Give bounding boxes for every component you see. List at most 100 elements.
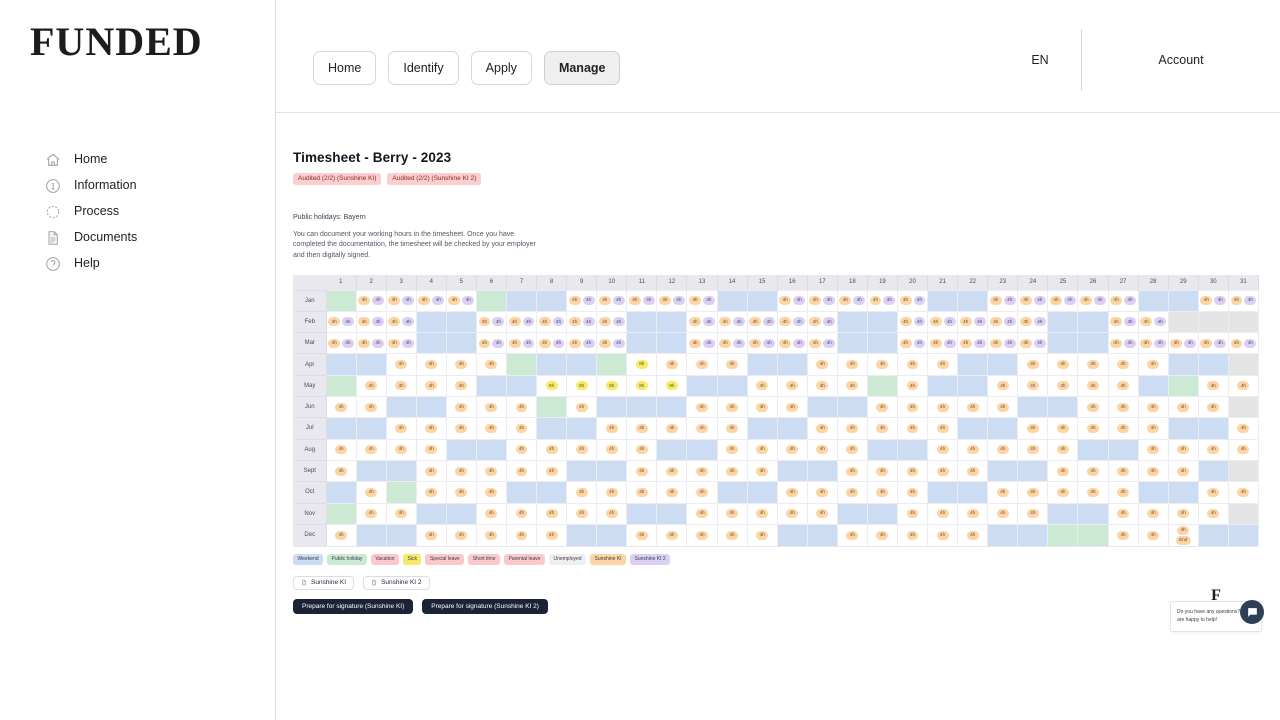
- timesheet-cell[interactable]: 4h: [446, 374, 477, 397]
- timesheet-cell[interactable]: 4h: [596, 417, 628, 440]
- timesheet-cell[interactable]: 4h: [1198, 396, 1229, 418]
- timesheet-cell[interactable]: 4h 4h: [566, 310, 598, 333]
- timesheet-cell[interactable]: [326, 353, 357, 376]
- timesheet-cell[interactable]: [1138, 374, 1169, 397]
- timesheet-cell[interactable]: 4h: [837, 481, 868, 503]
- timesheet-cell[interactable]: 4h 4h: [1198, 332, 1229, 354]
- timesheet-cell[interactable]: 4h: [1108, 374, 1139, 397]
- timesheet-cell[interactable]: 4h: [807, 481, 838, 503]
- timesheet-cell[interactable]: 4h 4h: [446, 289, 477, 312]
- timesheet-cell[interactable]: [476, 289, 507, 312]
- timesheet-cell[interactable]: [326, 502, 357, 525]
- timesheet-cell[interactable]: 4h: [777, 374, 808, 397]
- timesheet-cell[interactable]: 4h: [987, 396, 1019, 418]
- timesheet-cell[interactable]: 4h: [476, 523, 507, 546]
- timesheet-cell[interactable]: 4h 4h: [566, 332, 598, 354]
- timesheet-cell[interactable]: 4h 4h: [747, 310, 778, 333]
- timesheet-cell[interactable]: 4h: [897, 374, 929, 397]
- timesheet-cell[interactable]: 4h: [717, 396, 748, 418]
- timesheet-cell[interactable]: 4h: [476, 502, 507, 525]
- timesheet-cell[interactable]: 4h 4h: [1138, 332, 1169, 354]
- timesheet-cell[interactable]: 4h: [1047, 417, 1079, 440]
- timesheet-cell[interactable]: 4h: [356, 502, 387, 525]
- timesheet-cell[interactable]: [867, 332, 898, 354]
- timesheet-cell[interactable]: [777, 459, 808, 482]
- timesheet-cell[interactable]: 4h 4h: [987, 332, 1019, 354]
- timesheet-cell[interactable]: 4h: [747, 396, 778, 418]
- timesheet-cell[interactable]: [927, 481, 959, 503]
- timesheet-cell[interactable]: 4h: [1108, 523, 1139, 546]
- timesheet-cell[interactable]: 4h: [1198, 481, 1229, 503]
- timesheet-cell[interactable]: 4h: [1198, 374, 1229, 397]
- timesheet-cell[interactable]: 4h: [1077, 459, 1109, 482]
- timesheet-cell[interactable]: [536, 289, 568, 312]
- timesheet-cell[interactable]: [837, 396, 868, 418]
- timesheet-cell[interactable]: 4h 4h: [656, 289, 688, 312]
- timesheet-cell[interactable]: [356, 459, 387, 482]
- timesheet-cell[interactable]: [626, 310, 658, 333]
- timesheet-cell[interactable]: 4h 4h: [1108, 310, 1139, 333]
- timesheet-cell[interactable]: 4h: [1168, 396, 1199, 418]
- timesheet-cell[interactable]: [386, 523, 417, 546]
- timesheet-cell[interactable]: [1077, 438, 1109, 461]
- timesheet-cell[interactable]: 4h 4h: [957, 332, 989, 354]
- timesheet-cell[interactable]: 4h: [446, 481, 477, 503]
- timesheet-cell[interactable]: 4h 4h: [867, 289, 898, 312]
- timesheet-cell[interactable]: [927, 289, 959, 312]
- timesheet-cell[interactable]: [596, 353, 628, 376]
- timesheet-cell[interactable]: 4h 4h: [596, 289, 628, 312]
- timesheet-cell[interactable]: [747, 289, 778, 312]
- timesheet-cell[interactable]: [446, 310, 477, 333]
- timesheet-cell[interactable]: 8h: [626, 374, 658, 397]
- timesheet-cell[interactable]: 4h 4h: [1108, 332, 1139, 354]
- timesheet-cell[interactable]: [356, 523, 387, 546]
- timesheet-cell[interactable]: [656, 438, 688, 461]
- timesheet-cell[interactable]: [566, 523, 598, 546]
- timesheet-cell[interactable]: 4h: [476, 417, 507, 440]
- timesheet-cell[interactable]: 4h: [416, 417, 447, 440]
- timesheet-cell[interactable]: 4h 4h: [927, 332, 959, 354]
- timesheet-cell[interactable]: 4h: [717, 438, 748, 461]
- timesheet-cell[interactable]: [416, 396, 447, 418]
- timesheet-cell[interactable]: 4h 4h: [777, 310, 808, 333]
- timesheet-cell[interactable]: 4h: [326, 523, 357, 546]
- timesheet-cell[interactable]: 4h: [536, 459, 568, 482]
- timesheet-cell[interactable]: 4h: [356, 438, 387, 461]
- timesheet-cell[interactable]: [867, 374, 898, 397]
- timesheet-cell[interactable]: 4h: [656, 481, 688, 503]
- timesheet-cell[interactable]: 4h: [777, 481, 808, 503]
- prepare-signature-button-ki-2[interactable]: Prepare for signature (Sunshine KI 2): [422, 598, 548, 614]
- timesheet-cell[interactable]: [506, 289, 538, 312]
- timesheet-cell[interactable]: 4h: [476, 353, 507, 376]
- timesheet-cell[interactable]: 4h 4h: [536, 310, 568, 333]
- timesheet-cell[interactable]: 4h: [837, 523, 868, 546]
- timesheet-cell[interactable]: 4h: [987, 374, 1019, 397]
- timesheet-cell[interactable]: [1077, 502, 1109, 525]
- timesheet-cell[interactable]: 4h: [927, 353, 959, 376]
- timesheet-cell[interactable]: [957, 481, 989, 503]
- timesheet-cell[interactable]: 4h: [777, 396, 808, 418]
- timesheet-cell[interactable]: 4h: [807, 374, 838, 397]
- timesheet-cell[interactable]: 4h: [747, 374, 778, 397]
- timesheet-cell[interactable]: [1017, 459, 1049, 482]
- timesheet-cell[interactable]: [777, 523, 808, 546]
- timesheet-cell[interactable]: [326, 374, 357, 397]
- timesheet-cell[interactable]: [596, 396, 628, 418]
- timesheet-cell[interactable]: 4h: [807, 417, 838, 440]
- timesheet-cell[interactable]: [1168, 353, 1199, 376]
- timesheet-cell[interactable]: 4h: [476, 459, 507, 482]
- timesheet-cell[interactable]: 4h: [1017, 417, 1049, 440]
- timesheet-cell[interactable]: 4h 4h: [777, 289, 808, 312]
- timesheet-cell[interactable]: [536, 396, 568, 418]
- timesheet-cell[interactable]: 4h: [777, 438, 808, 461]
- timesheet-cell[interactable]: 4h: [686, 481, 718, 503]
- timesheet-cell[interactable]: 4h: [1047, 438, 1079, 461]
- timesheet-cell[interactable]: 4h 4h: [506, 310, 538, 333]
- sidebar-item-help[interactable]: Help: [44, 251, 275, 277]
- timesheet-cell[interactable]: [476, 438, 507, 461]
- timesheet-cell[interactable]: 4h: [717, 502, 748, 525]
- timesheet-cell[interactable]: 4h: [867, 396, 898, 418]
- timesheet-cell[interactable]: [957, 417, 989, 440]
- timesheet-cell[interactable]: 4h 4h: [536, 332, 568, 354]
- timesheet-cell[interactable]: 4h: [747, 523, 778, 546]
